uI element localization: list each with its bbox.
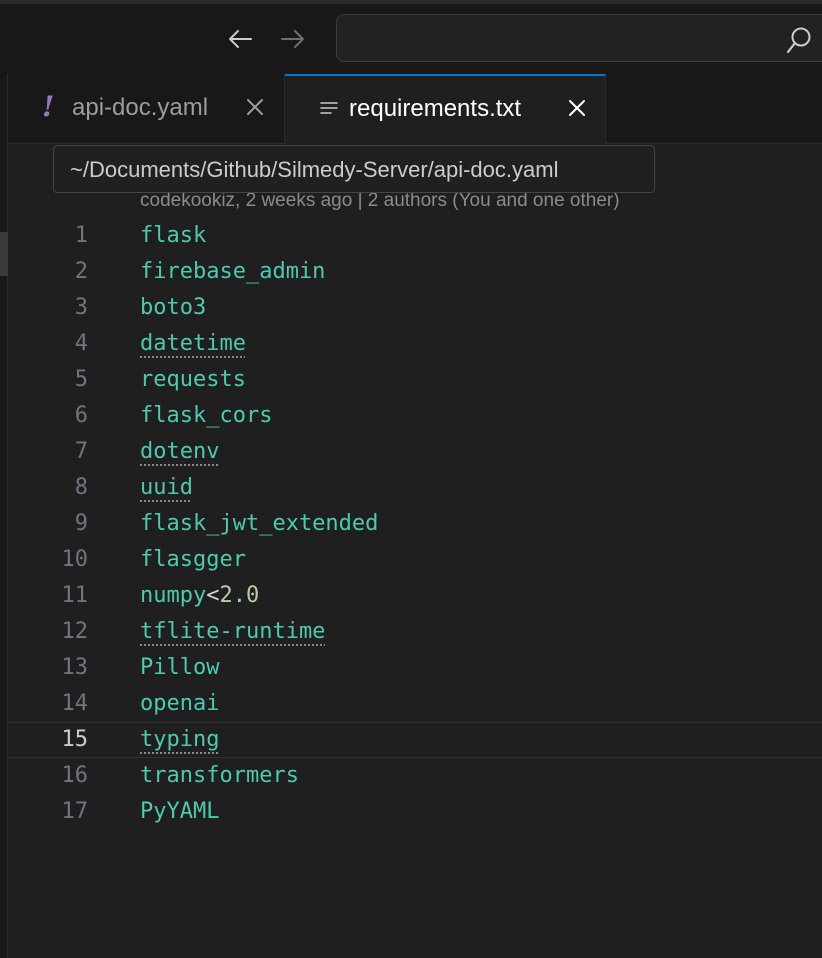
- line-number: 9: [74, 511, 88, 536]
- tab-requirements-txt[interactable]: requirements.txt: [285, 74, 606, 145]
- close-icon[interactable]: [244, 96, 266, 123]
- code-line[interactable]: 17 PyYAML: [8, 794, 822, 830]
- editor-tab-bar: ! api-doc.yaml requirements.txt: [8, 74, 822, 145]
- package-name: flasgger: [140, 547, 246, 572]
- close-icon[interactable]: [566, 97, 588, 124]
- package-name: requests: [140, 367, 246, 392]
- package-name: dotenv: [140, 439, 220, 464]
- code-line[interactable]: 13 Pillow: [8, 650, 822, 686]
- package-name: Pillow: [140, 655, 220, 680]
- line-number: 10: [61, 547, 89, 572]
- code-line[interactable]: 10 flasgger: [8, 542, 822, 578]
- git-blame-annotation[interactable]: codekookiz, 2 weeks ago | 2 authors (You…: [140, 190, 620, 212]
- code-line[interactable]: 6 flask_cors: [8, 398, 822, 434]
- tab-path-tooltip: ~/Documents/Github/Silmedy-Server/api-do…: [53, 145, 655, 193]
- package-name: flask_jwt_extended: [140, 511, 379, 536]
- package-name: openai: [140, 691, 220, 716]
- line-number: 17: [61, 799, 89, 824]
- code-line[interactable]: 4 datetime: [8, 326, 822, 362]
- code-line[interactable]: 7 dotenv: [8, 434, 822, 470]
- current-code-line[interactable]: 15 typing: [8, 722, 822, 758]
- forward-button[interactable]: [278, 24, 308, 54]
- package-name: flask_cors: [140, 403, 273, 428]
- package-name: uuid: [140, 475, 193, 500]
- code-line[interactable]: 12 tflite-runtime: [8, 614, 822, 650]
- version-operator: <: [206, 583, 220, 608]
- package-name: datetime: [140, 331, 246, 356]
- text-file-icon: [319, 100, 339, 123]
- package-name: boto3: [140, 295, 207, 320]
- arrow-right-icon: [281, 30, 304, 48]
- line-number: 15: [61, 727, 89, 752]
- code-line[interactable]: 11 numpy<2.0: [8, 578, 822, 614]
- line-number: 12: [61, 619, 89, 644]
- code-line[interactable]: 3 boto3: [8, 290, 822, 326]
- line-number: 11: [61, 583, 89, 608]
- title-bar: [0, 0, 822, 74]
- line-number: 16: [61, 763, 89, 788]
- line-number: 14: [61, 691, 89, 716]
- line-number: 7: [74, 439, 88, 464]
- activity-bar-edge: [0, 74, 8, 958]
- tab-label: requirements.txt: [349, 95, 522, 122]
- search-icon[interactable]: [785, 26, 813, 61]
- line-number: 4: [74, 331, 88, 356]
- package-name: firebase_admin: [140, 259, 326, 284]
- arrow-left-icon: [229, 30, 252, 48]
- line-number: 6: [74, 403, 88, 428]
- yaml-file-icon: !: [42, 90, 55, 123]
- package-name: PyYAML: [140, 799, 220, 824]
- tab-api-doc-yaml[interactable]: ! api-doc.yaml: [8, 74, 285, 144]
- tab-label: api-doc.yaml: [72, 94, 209, 121]
- package-spec: numpy<2.0: [140, 578, 259, 614]
- code-line[interactable]: 14 openai: [8, 686, 822, 722]
- code-editor[interactable]: 1 flask 2 firebase_admin 3 boto3 4 datet…: [8, 218, 822, 830]
- code-line[interactable]: 9 flask_jwt_extended: [8, 506, 822, 542]
- code-line[interactable]: 8 uuid: [8, 470, 822, 506]
- package-name: typing: [140, 727, 220, 752]
- code-line[interactable]: 2 firebase_admin: [8, 254, 822, 290]
- back-button[interactable]: [225, 24, 255, 54]
- line-number: 1: [74, 223, 88, 248]
- line-number: 3: [74, 295, 88, 320]
- line-number: 13: [61, 655, 89, 680]
- activity-bar-indicator: [0, 232, 8, 276]
- line-number: 2: [74, 259, 88, 284]
- command-center-search[interactable]: [336, 14, 822, 62]
- package-name: numpy: [140, 583, 207, 608]
- version-number: 2.0: [219, 583, 260, 608]
- code-line[interactable]: 1 flask: [8, 218, 822, 254]
- package-name: tflite-runtime: [140, 619, 326, 644]
- code-line[interactable]: 16 transformers: [8, 758, 822, 794]
- package-name: transformers: [140, 763, 299, 788]
- line-number: 5: [74, 367, 88, 392]
- code-line[interactable]: 5 requests: [8, 362, 822, 398]
- package-name: flask: [140, 223, 207, 248]
- line-number: 8: [74, 475, 88, 500]
